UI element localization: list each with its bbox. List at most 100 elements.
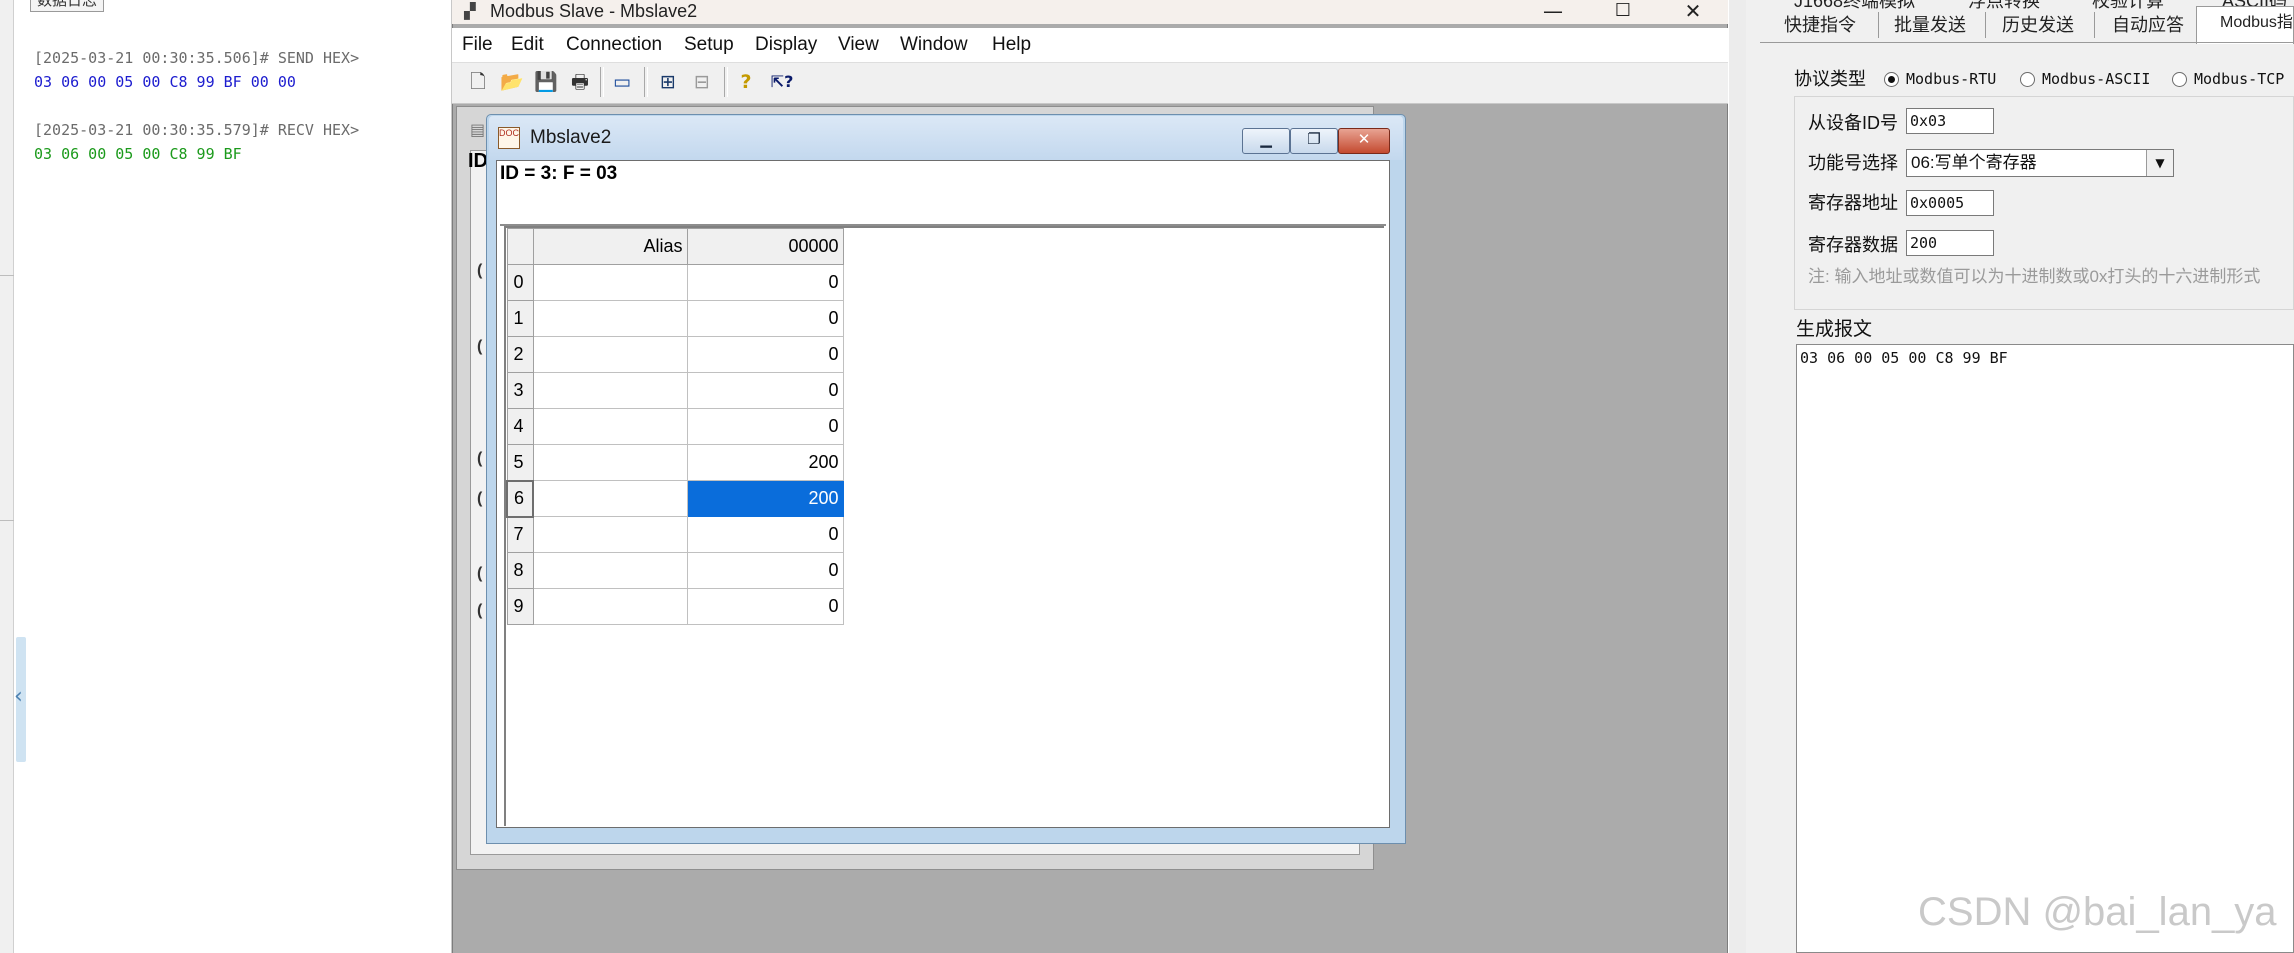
- radio-modbus-tcp[interactable]: [2172, 72, 2187, 87]
- grid-corner[interactable]: [506, 228, 534, 265]
- menu-display[interactable]: Display: [755, 34, 817, 56]
- address-column-header[interactable]: 00000: [686, 228, 844, 265]
- open-icon[interactable]: 📂: [500, 69, 524, 95]
- row-index[interactable]: 7: [506, 516, 534, 553]
- data-log-tab[interactable]: 数据日志: [30, 0, 105, 12]
- selected-register-value-cell[interactable]: 200: [686, 480, 844, 517]
- tab-auto-reply[interactable]: 自动应答: [2112, 14, 2184, 36]
- row-index[interactable]: 5: [506, 444, 534, 481]
- row-index[interactable]: 8: [506, 552, 534, 589]
- table-row[interactable]: 8 0: [506, 552, 844, 589]
- child-restore-button[interactable]: ❐: [1290, 128, 1338, 154]
- window-title: Modbus Slave - Mbslave2: [490, 1, 698, 21]
- menu-connection[interactable]: Connection: [566, 34, 662, 56]
- table-row[interactable]: 2 0: [506, 336, 844, 373]
- save-icon[interactable]: 💾: [534, 69, 558, 95]
- row-index[interactable]: 3: [506, 372, 534, 409]
- register-value-cell[interactable]: 0: [686, 300, 844, 337]
- alias-cell[interactable]: [532, 264, 688, 301]
- chevron-left-icon[interactable]: ‹: [14, 686, 23, 708]
- radio-modbus-ascii[interactable]: [2020, 72, 2035, 87]
- register-value-cell[interactable]: 0: [686, 552, 844, 589]
- tab-j1668[interactable]: J1668终端模拟: [1794, 0, 1915, 12]
- menu-help[interactable]: Help: [992, 34, 1031, 56]
- tab-checksum[interactable]: 校验计算: [2092, 0, 2164, 12]
- register-value-cell[interactable]: 0: [686, 408, 844, 445]
- tab-history-send[interactable]: 历史发送: [2002, 14, 2074, 36]
- clipped-text: (: [477, 565, 483, 582]
- generated-message-box[interactable]: [1796, 344, 2294, 953]
- register-value-cell[interactable]: 0: [686, 264, 844, 301]
- clipped-text: (: [477, 338, 483, 355]
- table-row[interactable]: 4 0: [506, 408, 844, 445]
- table-row[interactable]: 0 0: [506, 264, 844, 301]
- slave-id-input[interactable]: [1906, 108, 1994, 134]
- alias-cell[interactable]: [532, 480, 688, 517]
- row-index[interactable]: 9: [506, 588, 534, 625]
- data-log-panel: [0, 0, 452, 953]
- window-icon[interactable]: ▭: [610, 69, 634, 95]
- register-value-cell[interactable]: 0: [686, 588, 844, 625]
- table-row[interactable]: 3 0: [506, 372, 844, 409]
- table-row-selected[interactable]: 6 200: [506, 479, 844, 518]
- toolbar-separator: [600, 67, 604, 97]
- row-index[interactable]: 6: [506, 479, 534, 518]
- alias-cell[interactable]: [532, 552, 688, 589]
- log-timestamp-send: [2025-03-21 00:30:35.506]# SEND HEX>: [34, 49, 360, 67]
- chevron-down-icon[interactable]: ▼: [2146, 150, 2173, 176]
- slave-status-line: ID = 3: F = 03: [500, 163, 618, 184]
- register-value-cell[interactable]: 200: [686, 444, 844, 481]
- table-row[interactable]: 1 0: [506, 300, 844, 337]
- maximize-button[interactable]: ☐: [1588, 0, 1658, 24]
- tab-float-convert[interactable]: 浮点转换: [1968, 0, 2040, 12]
- tab-batch-send[interactable]: 批量发送: [1894, 14, 1966, 36]
- minimize-button[interactable]: —: [1518, 0, 1588, 24]
- splitter-scrollbar[interactable]: [1729, 0, 1747, 953]
- alias-cell[interactable]: [532, 300, 688, 337]
- disconnect-icon[interactable]: ⊟: [690, 69, 714, 95]
- child-close-button[interactable]: ✕: [1338, 128, 1390, 154]
- generated-message-text[interactable]: 03 06 00 05 00 C8 99 BF: [1800, 348, 2008, 368]
- menu-view[interactable]: View: [838, 34, 879, 56]
- register-grid: Alias 00000 0 0 1 0 2 0 3 0 4 0 5 200 6 …: [506, 228, 844, 625]
- table-row[interactable]: 5 200: [506, 444, 844, 481]
- print-icon[interactable]: 🖶: [568, 69, 592, 95]
- tab-quick-commands[interactable]: 快捷指令: [1784, 14, 1856, 36]
- menu-file[interactable]: File: [462, 34, 493, 56]
- register-data-input[interactable]: [1906, 230, 1994, 256]
- menu-window[interactable]: Window: [900, 34, 968, 56]
- alias-cell[interactable]: [532, 588, 688, 625]
- alias-cell[interactable]: [532, 516, 688, 553]
- register-value-cell[interactable]: 0: [686, 336, 844, 373]
- row-index[interactable]: 4: [506, 408, 534, 445]
- protocol-type-label: 协议类型: [1794, 69, 1866, 89]
- table-row[interactable]: 7 0: [506, 516, 844, 553]
- row-index[interactable]: 1: [506, 300, 534, 337]
- help-icon[interactable]: ?: [734, 69, 758, 95]
- menu-setup[interactable]: Setup: [684, 34, 734, 56]
- row-index[interactable]: 0: [506, 264, 534, 301]
- alias-cell[interactable]: [532, 444, 688, 481]
- document-icon: ▤: [470, 122, 486, 139]
- function-select[interactable]: 06:写单个寄存器 ▼: [1906, 149, 2174, 177]
- modbus-rtu-label[interactable]: Modbus-RTU: [1906, 69, 1996, 89]
- alias-column-header[interactable]: Alias: [532, 228, 688, 265]
- modbus-ascii-label[interactable]: Modbus-ASCII: [2042, 69, 2150, 89]
- register-value-cell[interactable]: 0: [686, 372, 844, 409]
- connect-icon[interactable]: ⊞: [656, 69, 680, 95]
- child-minimize-button[interactable]: ▁: [1242, 128, 1290, 154]
- modbus-tcp-label[interactable]: Modbus-TCP: [2194, 69, 2284, 89]
- radio-modbus-rtu[interactable]: [1884, 72, 1899, 87]
- close-button[interactable]: ✕: [1658, 0, 1728, 24]
- alias-cell[interactable]: [532, 408, 688, 445]
- register-address-input[interactable]: [1906, 190, 1994, 216]
- register-value-cell[interactable]: 0: [686, 516, 844, 553]
- row-index[interactable]: 2: [506, 336, 534, 373]
- menu-edit[interactable]: Edit: [511, 34, 544, 56]
- table-row[interactable]: 9 0: [506, 588, 844, 625]
- context-help-icon[interactable]: ⇱?: [766, 69, 798, 95]
- new-icon[interactable]: 🗋: [466, 69, 490, 95]
- alias-cell[interactable]: [532, 336, 688, 373]
- tab-modbus[interactable]: Modbus指: [2220, 12, 2293, 34]
- alias-cell[interactable]: [532, 372, 688, 409]
